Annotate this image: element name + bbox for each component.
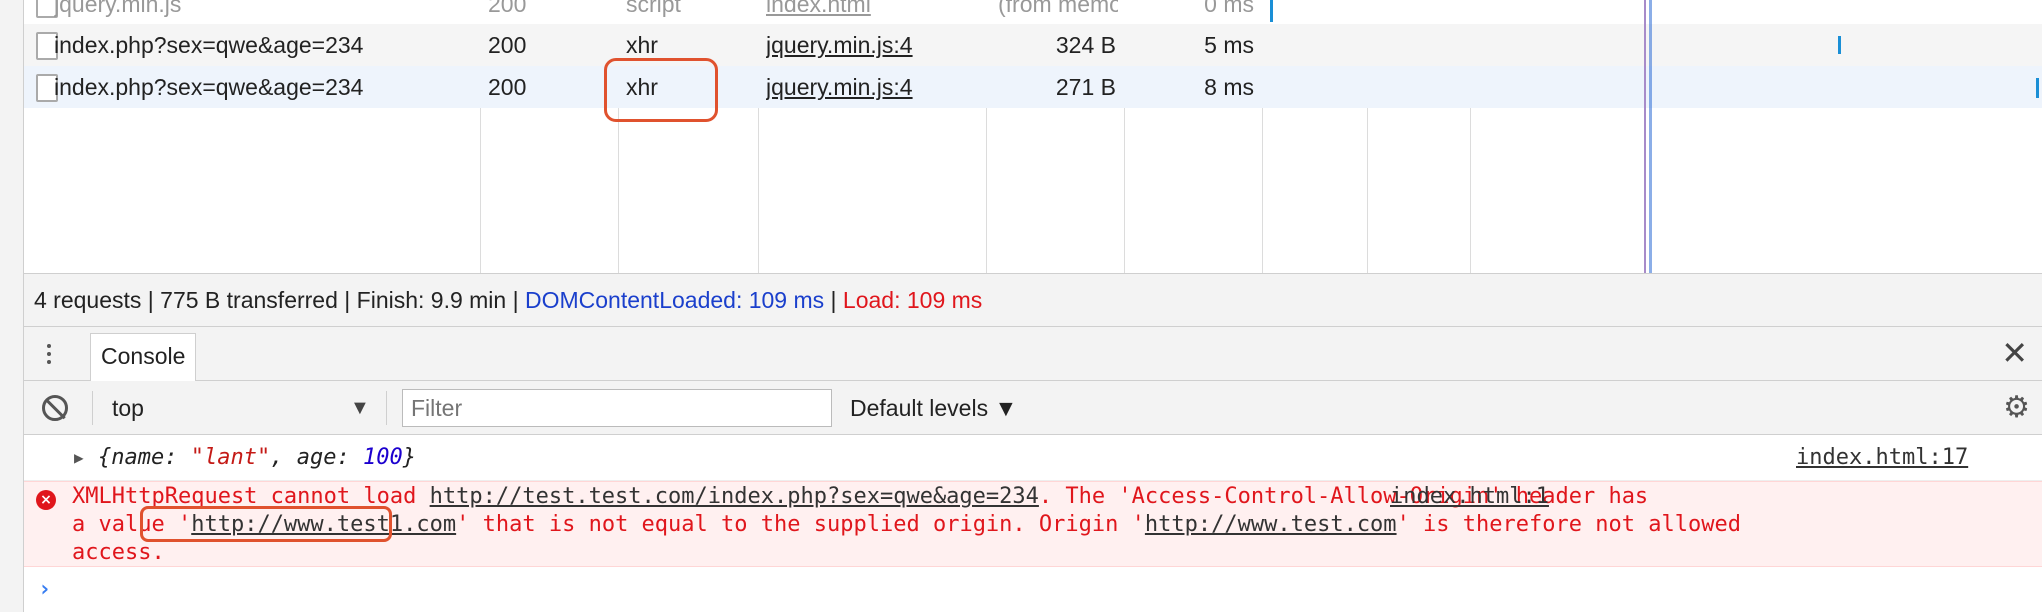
- table-row[interactable]: index.php?sex=qwe&age=234 200 xhr jquery…: [24, 24, 2042, 66]
- logged-object[interactable]: {name: "lant", age: 100}: [98, 435, 416, 481]
- origin-highlight-box: [140, 506, 392, 542]
- summary-separator: |: [141, 287, 161, 313]
- waterfall-bar: [2036, 78, 2039, 98]
- console-toolbar: top ▼ Default levels ▼ ⚙: [24, 381, 2042, 435]
- left-gutter: [0, 0, 24, 612]
- request-name[interactable]: index.php?sex=qwe&age=234: [54, 66, 363, 108]
- error-icon: ×: [36, 490, 56, 510]
- error-line-3: access.: [72, 540, 165, 565]
- summary-separator: |: [337, 287, 357, 313]
- table-row[interactable]: jquery.min.js 200 script index.html (fro…: [24, 0, 2042, 24]
- summary-load: Load: 109 ms: [842, 287, 983, 313]
- error-origin-link[interactable]: http://www.test.com: [1145, 512, 1397, 537]
- console-messages: ▶ {name: "lant", age: 100} index.html:17…: [24, 435, 2042, 612]
- context-selector[interactable]: top: [112, 381, 144, 435]
- request-size: 271 B: [1055, 74, 1116, 100]
- request-name[interactable]: jquery.min.js: [54, 0, 181, 26]
- close-drawer-icon[interactable]: ✕: [2001, 335, 2028, 371]
- network-summary-bar: 4 requests | 775 B transferred | Finish:…: [24, 273, 2042, 327]
- error-url-link[interactable]: http://test.test.com/index.php?sex=qwe&a…: [430, 484, 1039, 509]
- source-link[interactable]: index.html:1: [1390, 483, 1549, 511]
- tab-console[interactable]: Console: [90, 333, 197, 381]
- request-size: (from memo…: [998, 0, 1118, 17]
- source-link[interactable]: index.html:17: [1796, 435, 1968, 481]
- console-prompt-icon[interactable]: ›: [38, 577, 51, 602]
- clear-console-icon[interactable]: [42, 395, 68, 421]
- summary-requests: 4 requests: [34, 287, 142, 313]
- request-time: 8 ms: [1204, 74, 1254, 100]
- filter-input[interactable]: [402, 389, 832, 427]
- request-status: 200: [488, 74, 527, 100]
- network-table: jquery.min.js 200 script index.html (fro…: [24, 0, 2042, 273]
- console-error-message: × XMLHttpRequest cannot load http://test…: [24, 481, 2042, 567]
- request-initiator-link[interactable]: index.html: [766, 0, 871, 26]
- request-initiator-link[interactable]: jquery.min.js:4: [766, 66, 913, 108]
- request-type: script: [626, 0, 681, 17]
- request-initiator-link[interactable]: jquery.min.js:4: [766, 24, 913, 66]
- dom-content-loaded-marker: [1644, 0, 1646, 273]
- waterfall-bar: [1270, 0, 1273, 22]
- request-size: 324 B: [1055, 32, 1116, 58]
- gear-icon[interactable]: ⚙: [2003, 393, 2030, 423]
- expand-triangle-icon[interactable]: ▶: [74, 435, 84, 481]
- summary-separator: |: [506, 287, 525, 313]
- load-marker: [1649, 0, 1652, 273]
- chevron-down-icon[interactable]: ▼: [350, 381, 370, 435]
- request-status: 200: [488, 32, 527, 58]
- table-row[interactable]: index.php?sex=qwe&age=234 200 xhr jquery…: [24, 66, 2042, 108]
- toolbar-divider: [386, 391, 387, 425]
- status-highlight-box: [604, 58, 718, 122]
- request-time: 5 ms: [1204, 32, 1254, 58]
- more-menu-icon[interactable]: [46, 341, 52, 367]
- console-log-message: ▶ {name: "lant", age: 100} index.html:17: [24, 435, 2042, 481]
- drawer-tabbar: Console ✕: [24, 327, 2042, 381]
- summary-domcontentloaded: DOMContentLoaded: 109 ms: [524, 287, 825, 313]
- summary-separator: |: [824, 287, 843, 313]
- toolbar-divider: [92, 391, 93, 425]
- summary-transferred: 775 B transferred: [160, 287, 338, 313]
- request-name[interactable]: index.php?sex=qwe&age=234: [54, 24, 363, 66]
- request-status: 200: [488, 0, 527, 17]
- waterfall-bar: [1838, 36, 1841, 54]
- summary-finish: Finish: 9.9 min: [356, 287, 507, 313]
- request-time: 0 ms: [1204, 0, 1254, 17]
- log-levels-dropdown[interactable]: Default levels ▼: [850, 381, 1017, 435]
